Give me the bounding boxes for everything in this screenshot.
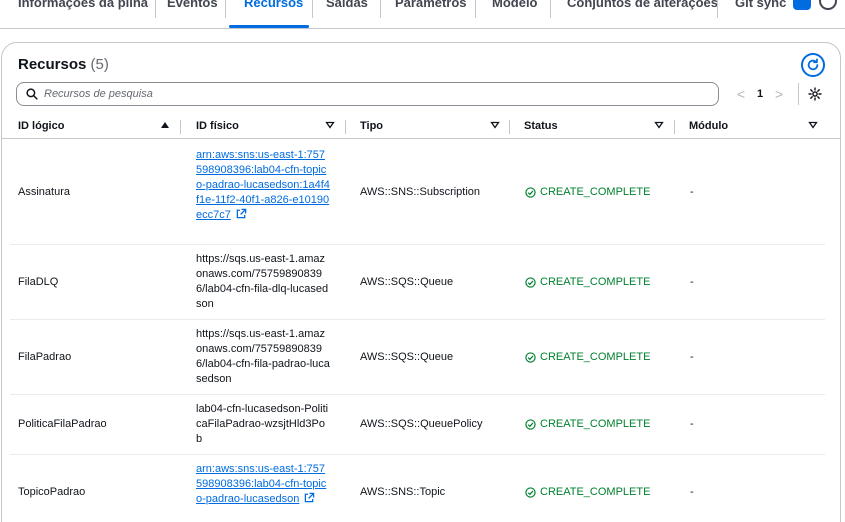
physical-id: lab04-cfn-lucasedson-PoliticaFilaPadrao-… — [196, 403, 329, 445]
column-divider — [674, 120, 675, 134]
refresh-icon — [807, 58, 819, 71]
status-text: CREATE_COMPLETE — [540, 486, 651, 498]
status-text: CREATE_COMPLETE — [540, 276, 651, 288]
tab-divider — [717, 0, 718, 18]
column-type[interactable]: Tipo — [360, 119, 383, 133]
physical-id-link[interactable]: arn:aws:sns:us-east-1:757598908396:lab04… — [196, 149, 330, 221]
status-badge: CREATE_COMPLETE — [525, 485, 650, 500]
logical-id: FilaDLQ — [18, 276, 59, 288]
sort-descending-icon[interactable] — [654, 120, 664, 130]
refresh-button[interactable] — [801, 53, 825, 77]
module-value: - — [690, 186, 694, 198]
tab-parameters[interactable]: Parâmetros — [395, 0, 467, 13]
status-badge: CREATE_COMPLETE — [525, 275, 650, 290]
search-icon — [26, 88, 38, 100]
tab-events[interactable]: Eventos — [167, 0, 218, 13]
tab-divider — [550, 0, 551, 18]
status-badge: CREATE_COMPLETE — [525, 185, 650, 200]
column-logical-id[interactable]: ID lógico — [18, 119, 64, 133]
tab-template[interactable]: Modelo — [492, 0, 538, 13]
status-text: CREATE_COMPLETE — [540, 186, 651, 198]
success-check-icon — [525, 487, 536, 498]
resources-panel: Recursos (5) < 1 > ID lógico ID físico — [1, 42, 841, 522]
physical-id: arn:aws:sns:us-east-1:757598908396:lab04… — [196, 462, 330, 507]
tab-git-sync[interactable]: Git sync — [735, 0, 786, 13]
status-text: CREATE_COMPLETE — [540, 418, 651, 430]
top-right-icons — [793, 0, 837, 10]
resource-type: AWS::SQS::Queue — [360, 351, 454, 363]
panel-title-text: Recursos — [18, 56, 87, 73]
table-header: ID lógico ID físico Tipo Status Módulo — [2, 115, 840, 139]
physical-id: https://sqs.us-east-1.amazonaws.com/7575… — [196, 253, 329, 310]
logical-id: PoliticaFilaPadrao — [18, 418, 107, 430]
sort-ascending-icon[interactable] — [160, 120, 170, 130]
success-check-icon — [525, 352, 536, 363]
tab-outputs[interactable]: Saídas — [326, 0, 368, 13]
success-check-icon — [525, 187, 536, 198]
logical-id: FilaPadrao — [18, 351, 72, 363]
current-page[interactable]: 1 — [757, 88, 763, 100]
module-value: - — [690, 418, 694, 430]
next-page-button[interactable]: > — [773, 85, 785, 103]
tab-divider — [380, 0, 381, 18]
resource-type: AWS::SNS::Subscription — [360, 186, 481, 198]
logical-id: Assinatura — [18, 186, 70, 198]
pagination: < 1 > — [735, 85, 785, 103]
column-divider — [180, 120, 181, 134]
search-input[interactable] — [44, 88, 694, 100]
table-row: TopicoPadrao arn:aws:sns:us-east-1:75759… — [10, 455, 825, 522]
module-value: - — [690, 276, 694, 288]
table-row: Assinatura arn:aws:sns:us-east-1:7575989… — [10, 141, 825, 245]
logical-id: TopicoPadrao — [18, 486, 86, 498]
sort-descending-icon[interactable] — [325, 120, 335, 130]
physical-id: https://sqs.us-east-1.amazonaws.com/7575… — [196, 328, 330, 385]
resource-count: (5) — [90, 56, 109, 73]
tab-divider — [312, 0, 313, 18]
column-status[interactable]: Status — [524, 119, 558, 133]
active-tab-indicator — [229, 25, 309, 28]
tab-stack-info[interactable]: Informações da pilha — [18, 0, 148, 13]
module-value: - — [690, 351, 694, 363]
tab-change-sets[interactable]: Conjuntos de alterações — [567, 0, 718, 13]
tab-bar: Informações da pilha Eventos Recursos Sa… — [0, 0, 845, 29]
preferences-button[interactable] — [807, 86, 823, 102]
table-row: PoliticaFilaPadrao lab04-cfn-lucasedson-… — [10, 395, 825, 455]
tab-divider — [225, 0, 226, 18]
external-link-icon[interactable] — [236, 208, 247, 219]
settings-gear-icon — [808, 87, 822, 101]
external-link-icon[interactable] — [304, 492, 315, 503]
success-check-icon — [525, 277, 536, 288]
status-text: CREATE_COMPLETE — [540, 351, 651, 363]
column-divider — [509, 120, 510, 134]
resource-type: AWS::SNS::Topic — [360, 486, 446, 498]
info-icon[interactable] — [819, 0, 837, 10]
tab-divider — [155, 0, 156, 18]
table-row: FilaPadrao https://sqs.us-east-1.amazona… — [10, 320, 825, 395]
sort-descending-icon[interactable] — [490, 120, 500, 130]
resource-type: AWS::SQS::Queue — [360, 276, 454, 288]
success-check-icon — [525, 419, 536, 430]
physical-id: arn:aws:sns:us-east-1:757598908396:lab04… — [196, 148, 330, 223]
column-physical-id[interactable]: ID físico — [196, 119, 239, 133]
calendar-icon[interactable] — [793, 0, 811, 10]
tab-divider — [475, 0, 476, 18]
table-row: FilaDLQ https://sqs.us-east-1.amazonaws.… — [10, 245, 825, 320]
resource-type: AWS::SQS::QueuePolicy — [360, 418, 483, 430]
pager-divider — [798, 83, 799, 105]
sort-descending-icon[interactable] — [808, 120, 818, 130]
column-divider — [345, 120, 346, 134]
status-badge: CREATE_COMPLETE — [525, 417, 650, 432]
status-badge: CREATE_COMPLETE — [525, 350, 650, 365]
tab-resources[interactable]: Recursos — [244, 0, 303, 13]
column-module[interactable]: Módulo — [689, 119, 728, 133]
panel-title: Recursos (5) — [18, 55, 109, 75]
search-box — [16, 82, 719, 106]
previous-page-button[interactable]: < — [735, 85, 747, 103]
module-value: - — [690, 486, 694, 498]
